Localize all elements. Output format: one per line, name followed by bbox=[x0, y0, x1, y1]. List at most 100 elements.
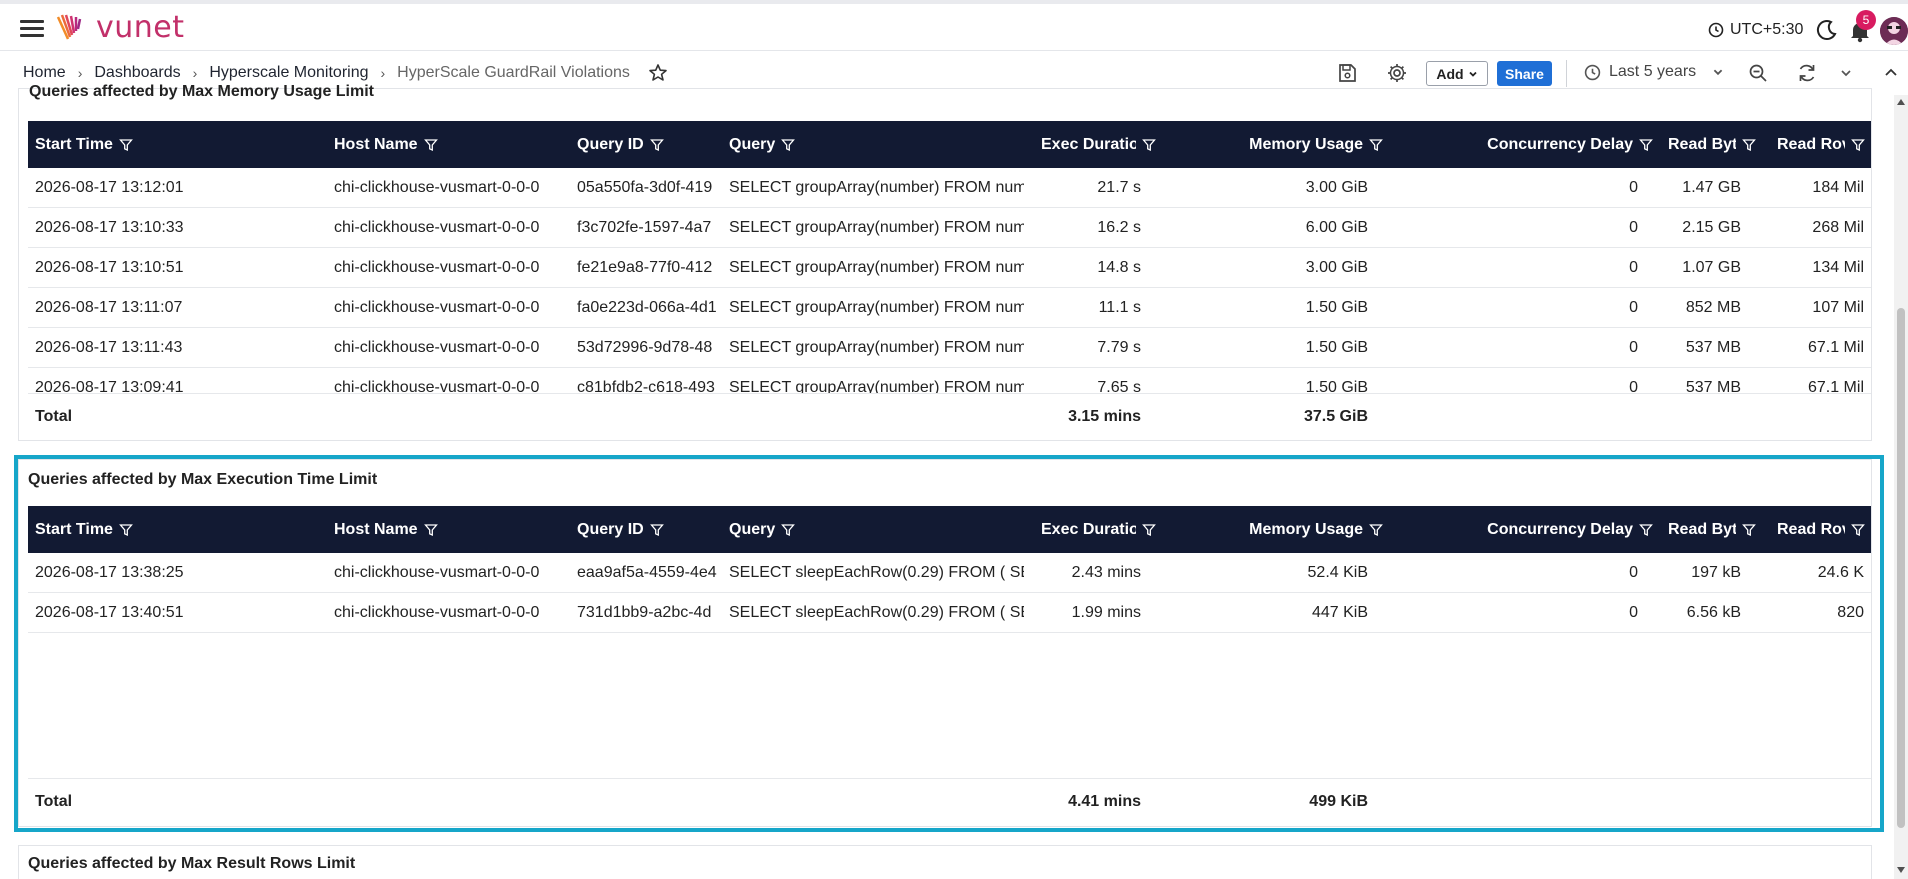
filter-icon[interactable] bbox=[1369, 523, 1383, 537]
filter-icon[interactable] bbox=[1742, 523, 1756, 537]
timezone-indicator[interactable]: UTC+5:30 bbox=[1708, 21, 1803, 39]
logo-text: vunet bbox=[96, 10, 185, 45]
filter-icon[interactable] bbox=[1142, 138, 1156, 152]
filter-icon[interactable] bbox=[1851, 523, 1865, 537]
column-concurrency-delay[interactable]: Concurrency Delay bbox=[1408, 121, 1653, 168]
table-row[interactable]: 2026-08-17 13:11:43 chi-clickhouse-vusma… bbox=[28, 328, 1871, 368]
cell-concurrency-delay: 0 bbox=[1629, 339, 1638, 356]
column-query[interactable]: Query bbox=[729, 121, 1019, 168]
breadcrumb-home[interactable]: Home bbox=[23, 64, 66, 82]
cell-read-bytes: 537 MB bbox=[1685, 379, 1741, 394]
column-memory-usage[interactable]: Memory Usage bbox=[1168, 121, 1383, 168]
cell-read-rows: 268 Mil bbox=[1812, 219, 1864, 236]
table-row[interactable]: 2026-08-17 13:10:33 chi-clickhouse-vusma… bbox=[28, 208, 1871, 248]
cell-query-id: fe21e9a8-77f0-412 bbox=[577, 259, 713, 276]
column-read-bytes[interactable]: Read Byt bbox=[1661, 121, 1756, 168]
table-row[interactable]: 2026-08-17 13:38:25 chi-clickhouse-vusma… bbox=[28, 553, 1871, 593]
save-icon[interactable] bbox=[1336, 62, 1358, 84]
top-bar: vunet UTC+5:30 5 bbox=[0, 0, 1908, 51]
cell-concurrency-delay: 0 bbox=[1629, 259, 1638, 276]
settings-gear-icon[interactable] bbox=[1386, 62, 1408, 84]
add-button[interactable]: Add bbox=[1426, 61, 1488, 86]
column-read-bytes[interactable]: Read Byt bbox=[1661, 506, 1756, 553]
refresh-icon[interactable] bbox=[1796, 62, 1818, 84]
filter-icon[interactable] bbox=[1639, 523, 1653, 537]
column-exec-duration[interactable]: Exec Duratio bbox=[1023, 121, 1156, 168]
total-memory-usage: 499 KiB bbox=[1309, 793, 1368, 810]
table-total-row: Total 4.41 mins 499 KiB bbox=[28, 778, 1871, 824]
dark-mode-icon[interactable] bbox=[1816, 19, 1838, 41]
filter-icon[interactable] bbox=[423, 523, 438, 537]
filter-icon[interactable] bbox=[423, 138, 438, 152]
filter-icon[interactable] bbox=[119, 523, 133, 537]
column-query[interactable]: Query bbox=[729, 506, 1019, 553]
cell-read-rows: 24.6 K bbox=[1817, 564, 1864, 581]
column-concurrency-delay[interactable]: Concurrency Delay bbox=[1408, 506, 1653, 553]
filter-icon[interactable] bbox=[1639, 138, 1653, 152]
cell-start-time: 2026-08-17 13:11:07 bbox=[35, 299, 183, 316]
cell-start-time: 2026-08-17 13:38:25 bbox=[35, 564, 184, 581]
total-exec-duration: 3.15 mins bbox=[1068, 408, 1141, 425]
filter-icon[interactable] bbox=[1142, 523, 1156, 537]
cell-query: SELECT groupArray(number) FROM numl bbox=[729, 299, 1024, 316]
cell-concurrency-delay: 0 bbox=[1629, 179, 1638, 196]
chevron-right-icon: › bbox=[380, 65, 386, 81]
table-row[interactable]: 2026-08-17 13:10:51 chi-clickhouse-vusma… bbox=[28, 248, 1871, 288]
cell-memory-usage: 3.00 GiB bbox=[1305, 259, 1368, 276]
refresh-interval-chevron-icon[interactable] bbox=[1835, 62, 1857, 84]
time-range-picker[interactable]: Last 5 years bbox=[1584, 63, 1724, 81]
cell-read-rows: 107 Mil bbox=[1812, 299, 1864, 316]
filter-icon[interactable] bbox=[1369, 138, 1383, 152]
filter-icon[interactable] bbox=[781, 138, 796, 152]
column-read-rows[interactable]: Read Rov bbox=[1764, 121, 1865, 168]
column-start-time[interactable]: Start Time bbox=[35, 121, 325, 168]
add-button-label: Add bbox=[1436, 65, 1464, 82]
breadcrumb-dashboards[interactable]: Dashboards bbox=[94, 64, 180, 82]
cell-memory-usage: 447 KiB bbox=[1311, 604, 1368, 621]
vunet-logo-icon[interactable] bbox=[56, 13, 82, 43]
filter-icon[interactable] bbox=[649, 138, 664, 152]
filter-icon[interactable] bbox=[781, 523, 796, 537]
avatar[interactable] bbox=[1880, 17, 1908, 45]
cell-read-bytes: 1.07 GB bbox=[1682, 259, 1741, 276]
filter-icon[interactable] bbox=[1851, 138, 1865, 152]
cell-concurrency-delay: 0 bbox=[1629, 604, 1638, 621]
filter-icon[interactable] bbox=[119, 138, 133, 152]
table-row[interactable]: 2026-08-17 13:09:41 chi-clickhouse-vusma… bbox=[28, 368, 1871, 394]
column-host-name[interactable]: Host Name bbox=[334, 506, 569, 553]
cell-host-name: chi-clickhouse-vusmart-0-0-0 bbox=[334, 339, 540, 356]
cell-host-name: chi-clickhouse-vusmart-0-0-0 bbox=[334, 219, 540, 236]
cell-start-time: 2026-08-17 13:11:43 bbox=[35, 339, 183, 356]
zoom-out-icon[interactable] bbox=[1747, 62, 1769, 84]
filter-icon[interactable] bbox=[649, 523, 664, 537]
table-row[interactable]: 2026-08-17 13:12:01 chi-clickhouse-vusma… bbox=[28, 168, 1871, 208]
cell-read-bytes: 2.15 GB bbox=[1682, 219, 1741, 236]
cell-read-rows: 67.1 Mil bbox=[1807, 339, 1864, 356]
column-host-name[interactable]: Host Name bbox=[334, 121, 569, 168]
column-exec-duration[interactable]: Exec Duratio bbox=[1023, 506, 1156, 553]
time-range-label: Last 5 years bbox=[1609, 63, 1697, 80]
total-label: Total bbox=[35, 408, 73, 425]
menu-icon[interactable] bbox=[20, 20, 44, 38]
column-start-time[interactable]: Start Time bbox=[35, 506, 325, 553]
cell-query-id: fa0e223d-066a-4d1 bbox=[577, 299, 717, 316]
favorite-star-icon[interactable] bbox=[648, 63, 668, 83]
column-query-id[interactable]: Query ID bbox=[577, 121, 722, 168]
table-row[interactable]: 2026-08-17 13:40:51 chi-clickhouse-vusma… bbox=[28, 593, 1871, 633]
cell-host-name: chi-clickhouse-vusmart-0-0-0 bbox=[334, 179, 540, 196]
column-read-rows[interactable]: Read Rov bbox=[1764, 506, 1865, 553]
table-row[interactable]: 2026-08-17 13:11:07 chi-clickhouse-vusma… bbox=[28, 288, 1871, 328]
column-query-id[interactable]: Query ID bbox=[577, 506, 722, 553]
scroll-down-arrow-icon[interactable] bbox=[1896, 865, 1906, 875]
cell-query: SELECT groupArray(number) FROM numl bbox=[729, 379, 1024, 394]
scroll-up-arrow-icon[interactable] bbox=[1896, 97, 1906, 107]
cell-read-bytes: 852 MB bbox=[1685, 299, 1741, 316]
page-scrollbar-thumb[interactable] bbox=[1897, 308, 1905, 828]
cell-memory-usage: 3.00 GiB bbox=[1305, 179, 1368, 196]
share-button[interactable]: Share bbox=[1497, 61, 1552, 86]
breadcrumb-hyperscale-monitoring[interactable]: Hyperscale Monitoring bbox=[209, 64, 368, 82]
filter-icon[interactable] bbox=[1742, 138, 1756, 152]
column-memory-usage[interactable]: Memory Usage bbox=[1168, 506, 1383, 553]
cell-concurrency-delay: 0 bbox=[1629, 379, 1638, 394]
collapse-chevron-up-icon[interactable] bbox=[1880, 62, 1902, 84]
